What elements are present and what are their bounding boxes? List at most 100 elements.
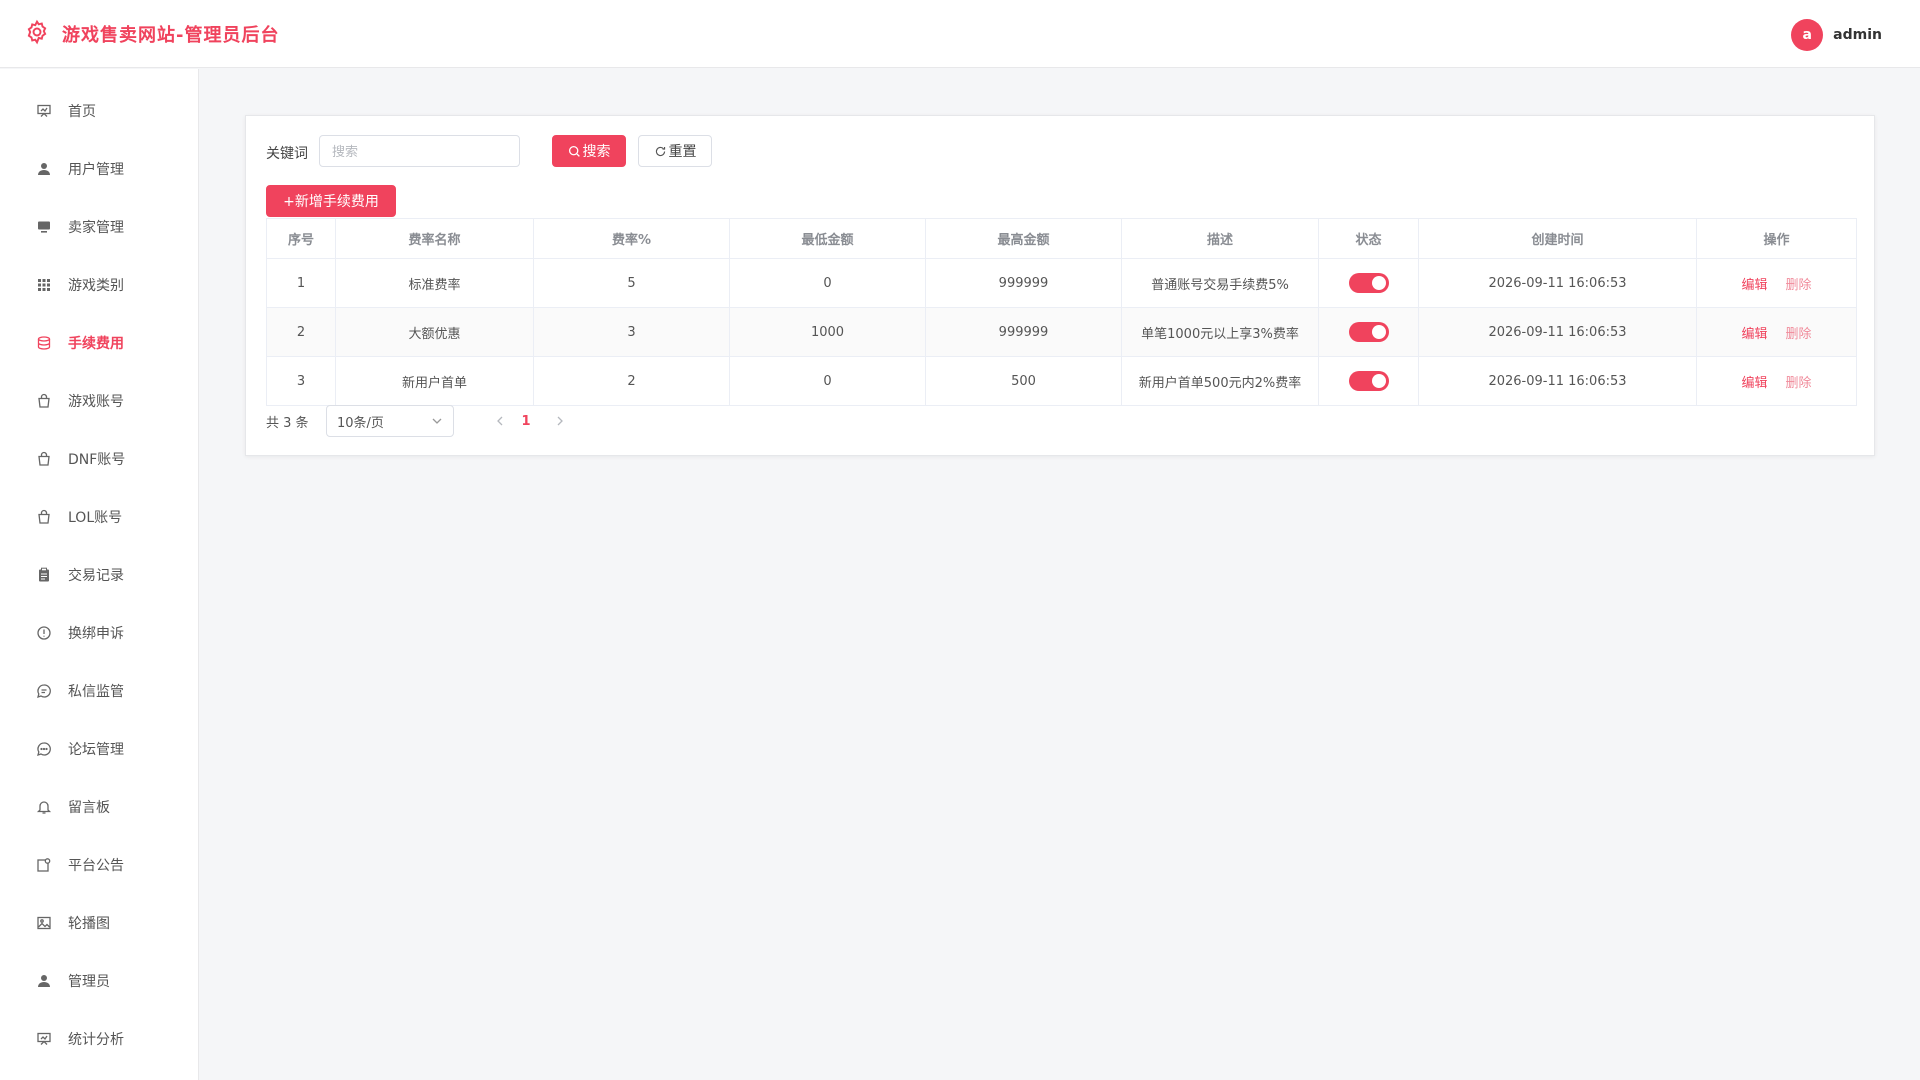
sidebar-item-6[interactable]: 游戏账号	[0, 381, 198, 421]
total-count: 共 3 条	[266, 415, 309, 431]
sidebar-item-10[interactable]: 换绑申诉	[0, 613, 198, 653]
status-toggle[interactable]	[1348, 322, 1389, 342]
sidebar-item-5[interactable]: 手续费用	[0, 323, 198, 363]
username[interactable]: admin	[1833, 27, 1882, 43]
image-icon	[36, 915, 52, 931]
search-icon	[568, 145, 580, 157]
edit-link[interactable]: 编辑	[1741, 376, 1767, 391]
gear-icon	[24, 19, 50, 49]
chat-icon	[36, 683, 52, 699]
sidebar-item-label: 管理员	[68, 974, 110, 990]
reset-button[interactable]: 重置	[638, 135, 712, 167]
sidebar-item-label: 换绑申诉	[68, 626, 124, 642]
search-button[interactable]: 搜索	[552, 135, 626, 167]
chevron-down-icon	[432, 418, 442, 424]
sidebar-item-11[interactable]: 私信监管	[0, 671, 198, 711]
delete-link[interactable]: 删除	[1786, 327, 1812, 342]
sidebar-item-13[interactable]: 留言板	[0, 787, 198, 827]
top-bar: 游戏售卖网站-管理员后台 a admin	[0, 0, 1920, 68]
sidebar-item-8[interactable]: LOL账号	[0, 497, 198, 537]
add-fee-button[interactable]: +新增手续费用	[266, 185, 396, 217]
sidebar-item-label: 游戏类别	[68, 278, 124, 294]
bell-icon	[36, 799, 52, 815]
pagination: 共 3 条 10条/页 1	[266, 405, 866, 437]
page-number[interactable]: 1	[511, 405, 541, 437]
sidebar-item-14[interactable]: 平台公告	[0, 845, 198, 885]
column-header: 序号	[266, 218, 336, 259]
cell-desc: 单笔1000元以上享3%费率	[1121, 307, 1319, 357]
sidebar-item-label: LOL账号	[68, 510, 123, 526]
add-fee-button-label: +新增手续费用	[283, 194, 379, 210]
cell-rate: 3	[533, 307, 730, 357]
sidebar-item-4[interactable]: 游戏类别	[0, 265, 198, 305]
sidebar-item-1[interactable]: 首页	[0, 91, 198, 131]
edit-link[interactable]: 编辑	[1741, 278, 1767, 293]
edit-link[interactable]: 编辑	[1741, 327, 1767, 342]
search-input[interactable]	[319, 135, 520, 167]
sidebar-item-9[interactable]: 交易记录	[0, 555, 198, 595]
cell-max: 500	[925, 356, 1122, 406]
column-header: 操作	[1696, 218, 1857, 259]
sidebar-item-label: 首页	[68, 104, 96, 120]
cell-status	[1318, 258, 1419, 308]
chevron-left-icon[interactable]	[494, 414, 506, 428]
brand[interactable]: 游戏售卖网站-管理员后台	[24, 19, 279, 49]
column-header: 状态	[1318, 218, 1419, 259]
table-header: 序号 费率名称 费率% 最低金额 最高金额 描述 状态 创建时间 操作	[266, 218, 1857, 259]
sidebar-item-label: DNF账号	[68, 452, 126, 468]
cell-desc: 新用户首单500元内2%费率	[1121, 356, 1319, 406]
sidebar-item-label: 用户管理	[68, 162, 124, 178]
admin-icon	[36, 973, 52, 989]
clipboard-icon	[36, 567, 52, 583]
table-row: 1 标准费率 5 0 999999 普通账号交易手续费5% 2026-09-11 16:06…	[266, 258, 1857, 308]
cell-rate: 2	[533, 356, 730, 406]
sidebar-item-16[interactable]: 管理员	[0, 961, 198, 1001]
status-toggle[interactable]	[1348, 273, 1389, 293]
column-header: 描述	[1121, 218, 1319, 259]
sidebar-item-3[interactable]: 卖家管理	[0, 207, 198, 247]
bag-icon	[36, 509, 52, 525]
sidebar-item-17[interactable]: 统计分析	[0, 1019, 198, 1059]
avatar[interactable]: a	[1791, 19, 1824, 51]
delete-link[interactable]: 删除	[1786, 376, 1812, 391]
cell-status	[1318, 356, 1419, 406]
sidebar-item-label: 论坛管理	[68, 742, 124, 758]
delete-link[interactable]: 删除	[1786, 278, 1812, 293]
sidebar-item-label: 留言板	[68, 800, 110, 816]
app-title: 游戏售卖网站-管理员后台	[62, 24, 280, 46]
keyword-label: 关键词	[266, 146, 308, 162]
presentation-icon	[36, 103, 52, 119]
sidebar-item-2[interactable]: 用户管理	[0, 149, 198, 189]
sidebar-item-15[interactable]: 轮播图	[0, 903, 198, 943]
cell-created: 2026-09-11 16:06:53	[1418, 307, 1697, 357]
page-size-select[interactable]: 10条/页	[326, 405, 454, 437]
table-row: 2 大额优惠 3 1000 999999 单笔1000元以上享3%费率 2026-09-11…	[266, 307, 1857, 357]
page-size-value: 10条/页	[337, 415, 384, 431]
cell-min: 0	[729, 356, 926, 406]
cell-name: 新用户首单	[335, 356, 534, 406]
content-card: 关键词 搜索 重置 +新增手续费用 序号费率名称费率%最低金额最高金额描述状态创…	[245, 115, 1875, 456]
chevron-right-icon[interactable]	[554, 414, 566, 428]
status-toggle[interactable]	[1348, 371, 1389, 391]
cell-min: 0	[729, 258, 926, 308]
coins-icon	[36, 335, 52, 351]
column-header: 费率%	[533, 218, 730, 259]
sidebar-item-label: 卖家管理	[68, 220, 124, 236]
sidebar-item-12[interactable]: 论坛管理	[0, 729, 198, 769]
grid-icon	[36, 277, 52, 293]
cell-name: 标准费率	[335, 258, 534, 308]
sidebar-item-7[interactable]: DNF账号	[0, 439, 198, 479]
sidebar-item-label: 私信监管	[68, 684, 124, 700]
refresh-icon	[655, 146, 665, 156]
sidebar-item-label: 平台公告	[68, 858, 124, 874]
user-menu[interactable]: a admin	[1791, 19, 1882, 51]
monitor-icon	[36, 219, 52, 235]
cell-rate: 5	[533, 258, 730, 308]
cell-actions: 编辑 删除	[1696, 356, 1857, 406]
chart-icon	[36, 1031, 52, 1047]
notice-icon	[36, 857, 52, 873]
cell-created: 2026-09-11 16:06:53	[1418, 258, 1697, 308]
cell-index: 3	[266, 356, 336, 406]
sidebar-item-label: 统计分析	[68, 1032, 124, 1048]
cell-created: 2026-09-11 16:06:53	[1418, 356, 1697, 406]
